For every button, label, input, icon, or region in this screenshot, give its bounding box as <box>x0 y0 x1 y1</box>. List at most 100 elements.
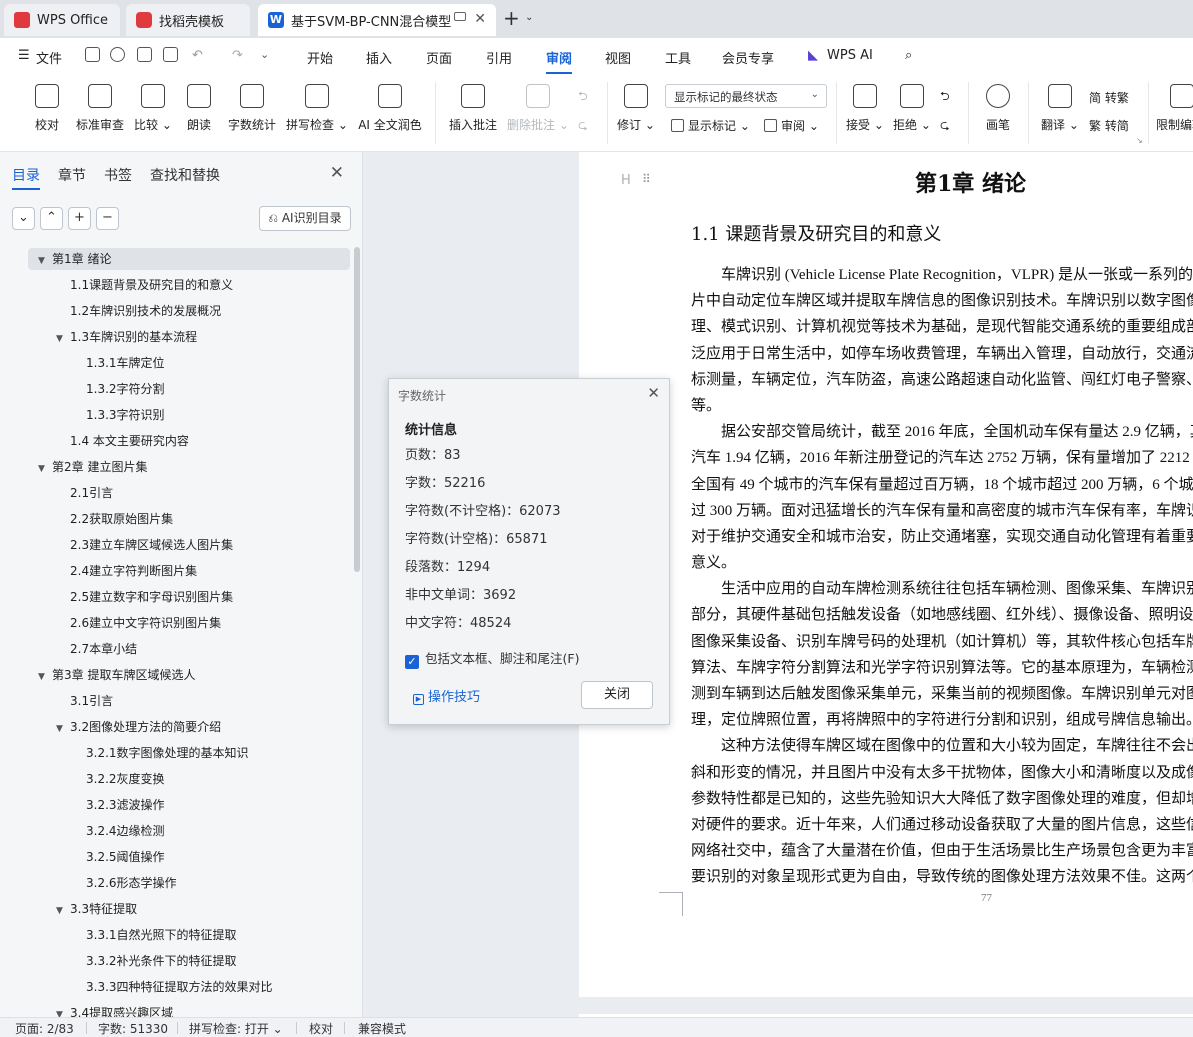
expand-triangle-icon[interactable]: ▼ <box>38 666 52 688</box>
tab-bookmarks[interactable]: 书签 <box>104 165 132 185</box>
toc-item[interactable]: 2.6建立中文字符识别图片集 <box>0 612 221 634</box>
toc-item[interactable]: 3.2.2灰度变换 <box>0 768 165 790</box>
ribbon-expand-icon[interactable]: ↘ <box>1136 136 1143 145</box>
ai-polish-button[interactable]: AI 全文润色 <box>356 80 424 133</box>
status-proof[interactable]: 校对 <box>309 1020 333 1037</box>
toc-item[interactable]: 2.1引言 <box>0 482 113 504</box>
toc-item[interactable]: 1.3.1车牌定位 <box>0 352 165 374</box>
read-aloud-button[interactable]: 朗读 <box>183 80 215 133</box>
toc-item[interactable]: 3.2.6形态学操作 <box>0 872 177 894</box>
include-textbox-checkbox[interactable]: ✓ 包括文本框、脚注和尾注(F) <box>405 648 579 669</box>
toc-item[interactable]: 2.7本章小结 <box>0 638 137 660</box>
panel-scrollbar[interactable] <box>354 247 360 572</box>
toc-item[interactable]: 2.3建立车牌区域候选人图片集 <box>0 534 233 556</box>
expand-triangle-icon[interactable]: ▼ <box>56 328 70 350</box>
expand-triangle-icon[interactable]: ▼ <box>56 718 70 740</box>
translate-button[interactable]: 翻译 ⌄ <box>1040 80 1080 133</box>
toc-item[interactable]: ▼ 第3章 提取车牌区域候选人 <box>0 664 195 686</box>
review-pane-dropdown[interactable]: 审阅 ⌄ <box>764 117 819 134</box>
to-traditional-button[interactable]: 简 转繁 <box>1089 89 1129 106</box>
redo-icon[interactable]: ↷ <box>232 48 243 63</box>
menu-tools[interactable]: 工具 <box>665 48 691 67</box>
toc-item[interactable]: 1.3.2字符分割 <box>0 378 165 400</box>
tab-toc[interactable]: 目录 <box>12 165 40 190</box>
show-marks-dropdown[interactable]: 显示标记 ⌄ <box>671 117 750 134</box>
document-body[interactable]: 车牌识别 (Vehicle License Plate Recognition，… <box>691 262 1193 891</box>
menu-file[interactable]: 文件 <box>36 48 62 67</box>
word-count-button[interactable]: 字数统计 <box>225 80 279 133</box>
close-panel-icon[interactable]: ✕ <box>330 163 344 183</box>
prev-change-icon[interactable]: ⮌ <box>940 87 950 108</box>
print-preview-icon[interactable] <box>163 47 178 62</box>
toc-item[interactable]: 3.3.1自然光照下的特征提取 <box>0 924 237 946</box>
toc-item[interactable]: 2.4建立字符判断图片集 <box>0 560 197 582</box>
restrict-edit-button[interactable]: 限制编辑 <box>1156 80 1193 133</box>
toc-item[interactable]: 3.3.2补光条件下的特征提取 <box>0 950 237 972</box>
document-page[interactable]: H ⠿ 第1章 绪论 1.1 课题背景及研究目的和意义 车牌识别 (Vehicl… <box>579 152 1193 997</box>
ai-recognize-toc-button[interactable]: ⎌ AI识别目录 <box>259 206 351 231</box>
tab-template[interactable]: 找稻壳模板 <box>126 4 250 36</box>
status-page[interactable]: 页面: 2/83 <box>15 1020 74 1037</box>
display-mode-select[interactable]: 显示标记的最终状态 ⌄ <box>665 84 827 108</box>
pen-button[interactable]: 画笔 <box>982 80 1014 133</box>
status-spell-check[interactable]: 拼写检查: 打开 ⌄ <box>189 1020 283 1037</box>
toc-item[interactable]: ▼ 3.4提取感兴趣区域 <box>0 1002 173 1017</box>
expand-triangle-icon[interactable]: ▼ <box>38 458 52 480</box>
delete-comment-button[interactable]: 删除批注 ⌄ <box>507 80 569 133</box>
expand-triangle-icon[interactable]: ▼ <box>56 900 70 922</box>
menu-start[interactable]: 开始 <box>307 48 333 67</box>
toc-item[interactable]: 1.1课题背景及研究目的和意义 <box>0 274 233 296</box>
chevron-down-icon[interactable]: ⌄ <box>525 12 533 23</box>
close-button[interactable]: 关闭 <box>581 681 653 709</box>
tab-wps-office[interactable]: WPS Office <box>4 4 120 36</box>
toc-item[interactable]: ▼ 第1章 绪论 <box>28 248 350 270</box>
insert-comment-button[interactable]: 插入批注 <box>447 80 499 133</box>
toc-item[interactable]: 3.2.4边缘检测 <box>0 820 165 842</box>
next-change-icon[interactable]: ⮎ <box>940 116 950 137</box>
menu-view[interactable]: 视图 <box>605 48 631 67</box>
next-comment-icon[interactable]: ⮎ <box>578 116 588 137</box>
search-icon[interactable]: ⌕ <box>905 48 912 63</box>
menu-wps-ai[interactable]: WPS AI <box>827 48 873 63</box>
tips-link[interactable]: ▶ 操作技巧 <box>413 686 480 705</box>
toc-item[interactable]: ▼ 1.3车牌识别的基本流程 <box>0 326 197 348</box>
drag-handle-icon[interactable]: ⠿ <box>642 172 651 186</box>
toc-item[interactable]: 3.2.3滤波操作 <box>0 794 165 816</box>
toc-item[interactable]: 3.2.5阈值操作 <box>0 846 165 868</box>
menu-member[interactable]: 会员专享 <box>722 48 774 67</box>
proofread-button[interactable]: 校对 <box>30 80 64 133</box>
toc-item[interactable]: 1.3.3字符识别 <box>0 404 165 426</box>
toc-item[interactable]: 1.4 本文主要研究内容 <box>0 430 189 452</box>
spell-check-button[interactable]: 拼写检查 ⌄ <box>286 80 348 133</box>
menu-page[interactable]: 页面 <box>426 48 452 67</box>
monitor-icon[interactable] <box>454 12 466 21</box>
accept-button[interactable]: 接受 ⌄ <box>846 80 884 133</box>
collapse-all-button[interactable]: ⌄ <box>12 207 35 230</box>
more-chevron-icon[interactable]: ⌄ <box>260 48 269 61</box>
print-icon[interactable] <box>137 47 152 62</box>
add-heading-button[interactable]: + <box>68 207 91 230</box>
close-tab-icon[interactable]: ✕ <box>474 11 486 27</box>
undo-icon[interactable]: ↶ <box>192 48 203 63</box>
toc-item[interactable]: 1.2车牌识别技术的发展概况 <box>0 300 221 322</box>
toc-item[interactable]: ▼ 3.2图像处理方法的简要介绍 <box>0 716 221 738</box>
dialog-close-icon[interactable]: ✕ <box>647 384 660 402</box>
toc-item[interactable]: ▼ 3.3特征提取 <box>0 898 137 920</box>
tab-sections[interactable]: 章节 <box>58 165 86 185</box>
compare-button[interactable]: 比较 ⌄ <box>134 80 172 133</box>
toc-item[interactable]: 2.5建立数字和字母识别图片集 <box>0 586 233 608</box>
hamburger-icon[interactable]: ☰ <box>18 48 30 63</box>
menu-insert[interactable]: 插入 <box>366 48 392 67</box>
status-words[interactable]: 字数: 51330 <box>98 1020 168 1037</box>
toc-item[interactable]: 3.1引言 <box>0 690 113 712</box>
toc-item[interactable]: 2.2获取原始图片集 <box>0 508 173 530</box>
toc-item[interactable]: 3.3.3四种特征提取方法的效果对比 <box>0 976 273 998</box>
menu-reference[interactable]: 引用 <box>486 48 512 67</box>
tab-document[interactable]: W 基于SVM-BP-CNN混合模型的 ✕ <box>258 4 496 36</box>
toc-item[interactable]: 3.2.1数字图像处理的基本知识 <box>0 742 249 764</box>
revise-button[interactable]: 修订 ⌄ <box>617 80 655 133</box>
standard-review-button[interactable]: 标准审查 <box>74 80 126 133</box>
tab-find-replace[interactable]: 查找和替换 <box>150 165 220 185</box>
to-simplified-button[interactable]: 繁 转简 <box>1089 117 1129 134</box>
save-icon[interactable] <box>85 47 100 62</box>
